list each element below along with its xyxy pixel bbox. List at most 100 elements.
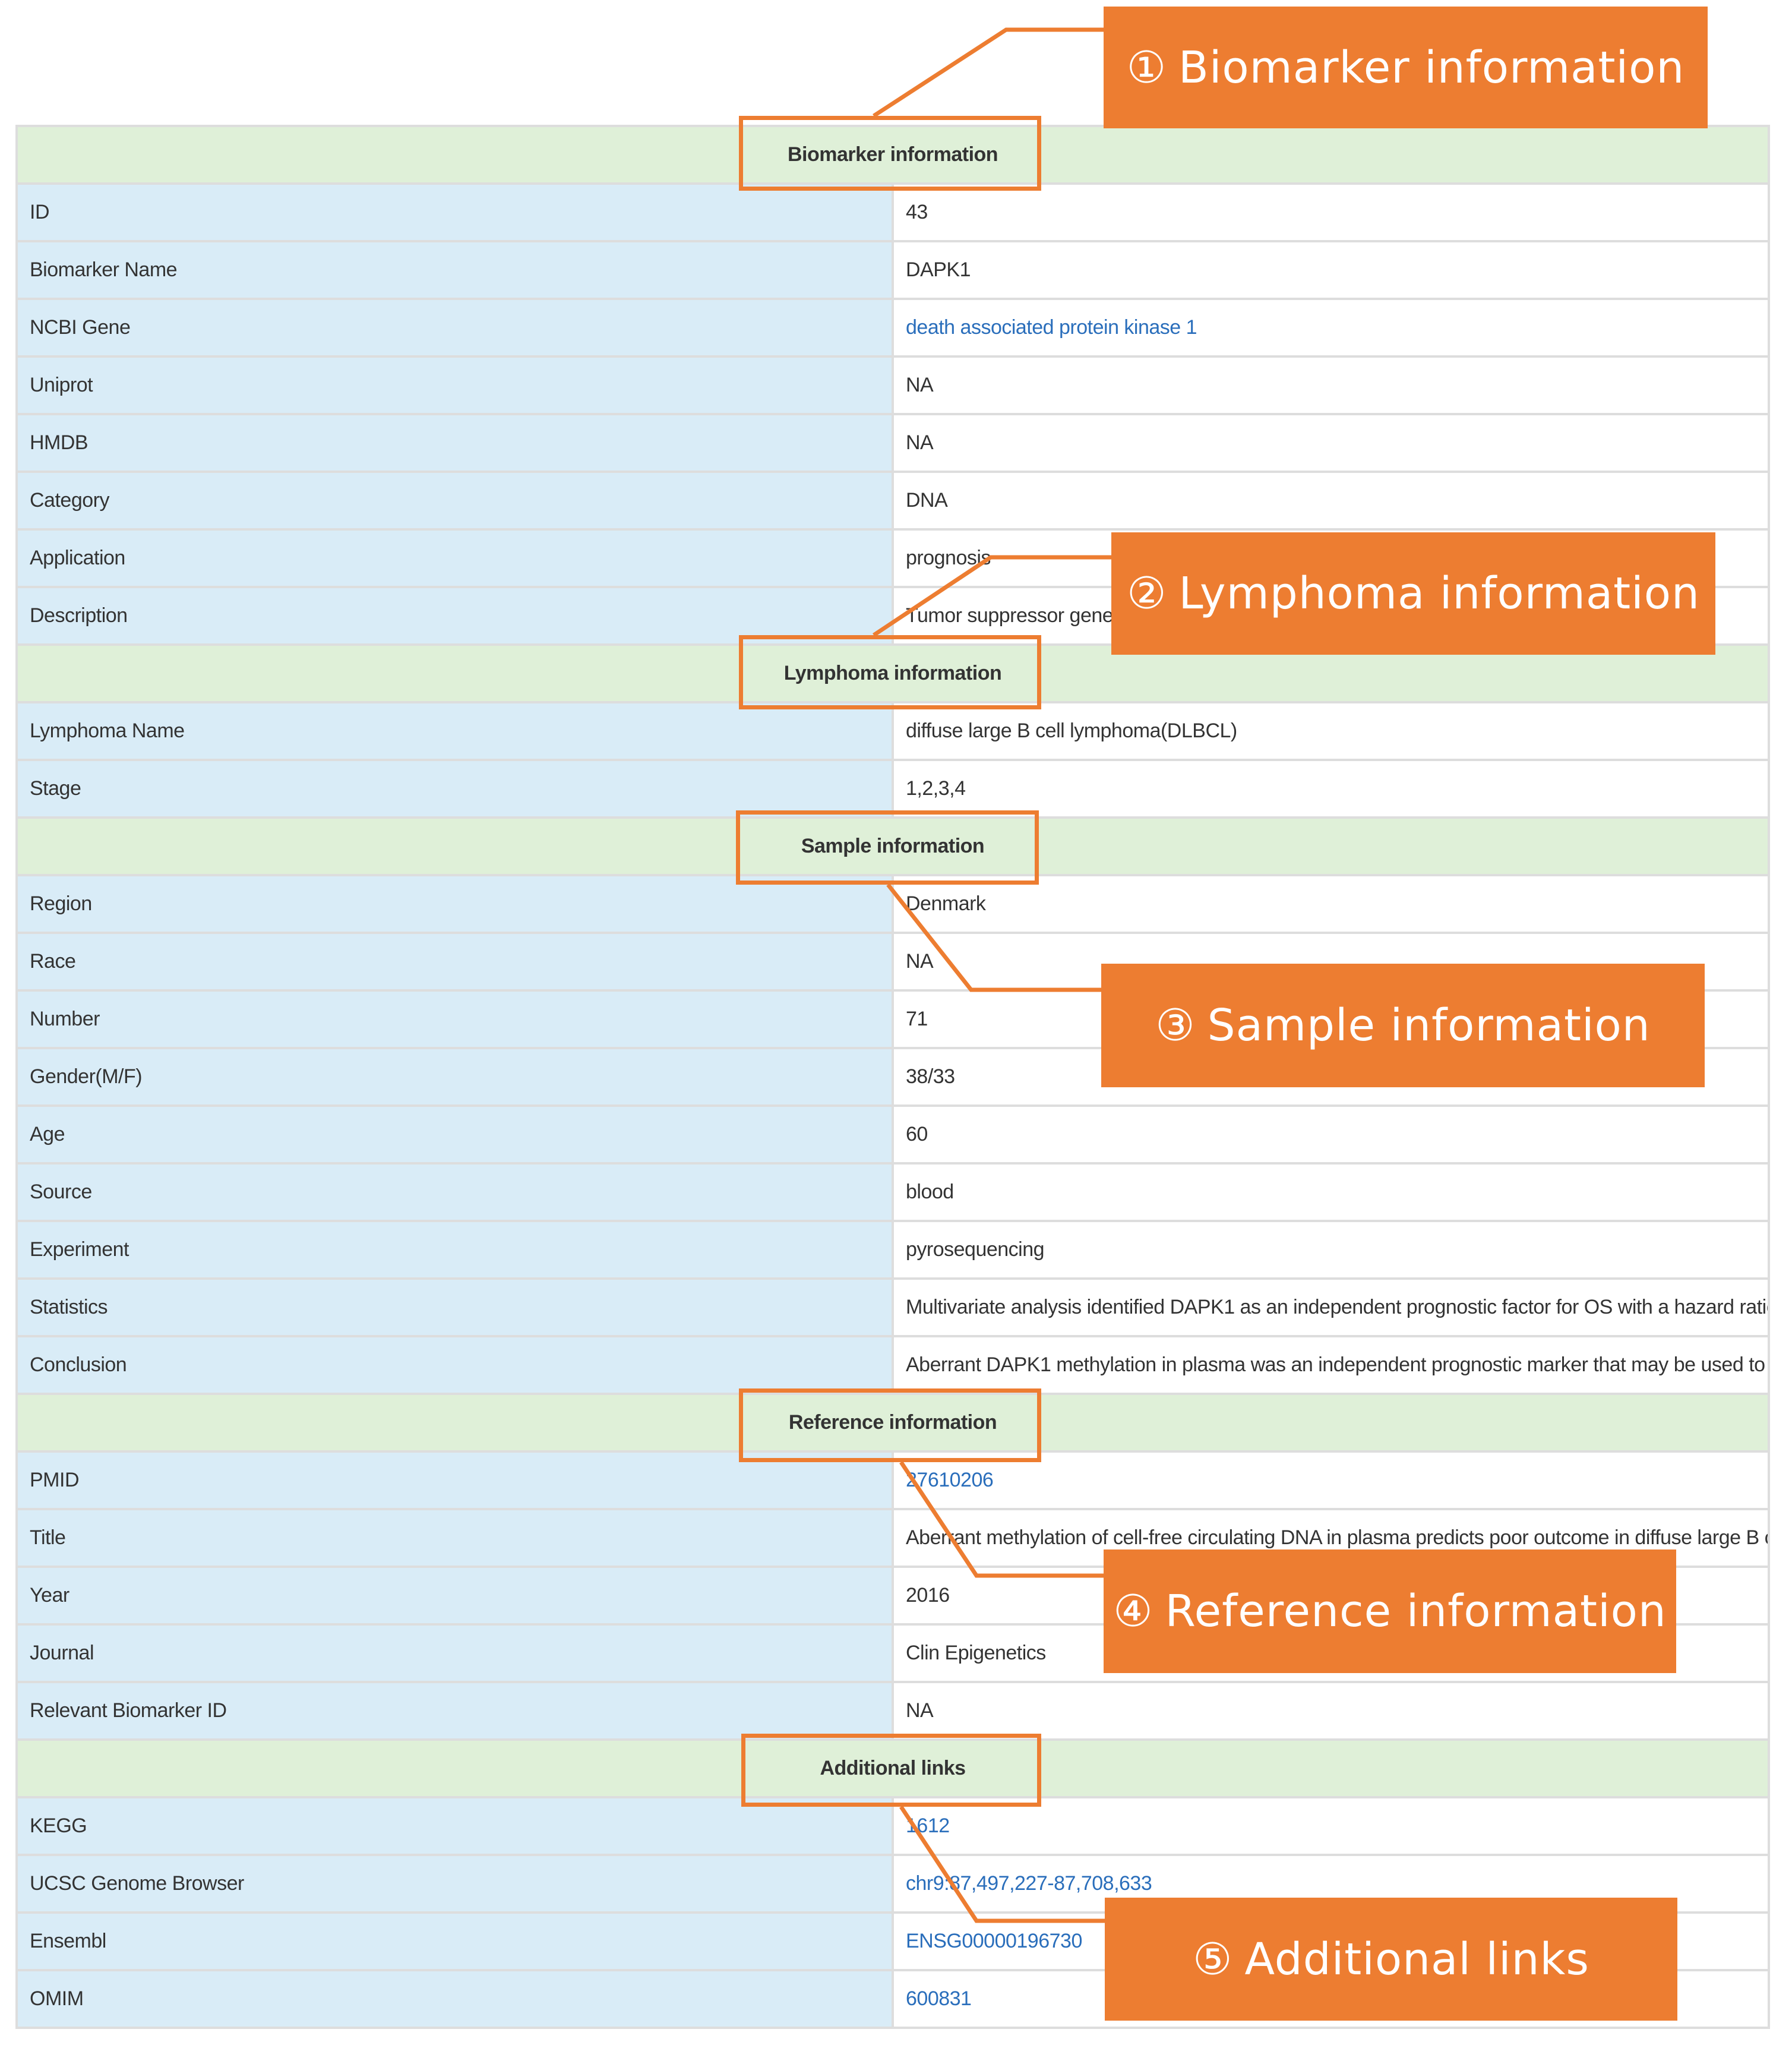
field-label: Application	[15, 528, 894, 588]
field-value: 1,2,3,4	[892, 759, 1770, 819]
table-row-race: Race NA	[15, 932, 1770, 992]
callout-label: Biomarker information	[1178, 42, 1685, 93]
field-label: Experiment	[15, 1220, 894, 1280]
table-row-category: Category DNA	[15, 471, 1770, 531]
field-value: 38/33	[892, 1047, 1770, 1107]
table-row-experiment: Experiment pyrosequencing	[15, 1220, 1770, 1280]
pmid-link[interactable]: 27610206	[906, 1469, 994, 1491]
field-value[interactable]: chr9:87,497,227-87,708,633	[892, 1854, 1770, 1914]
table-row-uniprot: Uniprot NA	[15, 355, 1770, 415]
field-label: Uniprot	[15, 355, 894, 415]
field-label: KEGG	[15, 1796, 894, 1856]
field-label: OMIM	[15, 1969, 894, 2029]
callout-number: ①	[1126, 42, 1167, 93]
field-value: Aberrant DAPK1 methylation in plasma was…	[892, 1335, 1770, 1395]
section-title: Additional links	[15, 1738, 1770, 1798]
table-row-description: Description Tumor suppressor gene DAPK1 h…	[15, 586, 1770, 646]
field-value: 71	[892, 989, 1770, 1049]
section-title: Lymphoma information	[15, 643, 1770, 703]
field-label: Relevant Biomarker ID	[15, 1681, 894, 1741]
field-value: diffuse large B cell lymphoma(DLBCL)	[892, 701, 1770, 761]
table-row-relevant-biomarker-id: Relevant Biomarker ID NA	[15, 1681, 1770, 1741]
field-value: Clin Epigenetics	[892, 1623, 1770, 1683]
table-row-year: Year 2016	[15, 1566, 1770, 1626]
field-value[interactable]: 27610206	[892, 1450, 1770, 1510]
field-value[interactable]: ENSG00000196730	[892, 1911, 1770, 1971]
omim-link[interactable]: 600831	[906, 1987, 972, 2010]
table-row-kegg: KEGG 1612	[15, 1796, 1770, 1856]
field-value[interactable]: death associated protein kinase 1	[892, 298, 1770, 358]
table-row-title: Title Aberrant methylation of cell-free c…	[15, 1508, 1770, 1568]
table-row-number: Number 71	[15, 989, 1770, 1049]
field-label: Source	[15, 1162, 894, 1222]
field-label: UCSC Genome Browser	[15, 1854, 894, 1914]
section-header-reference-information: Reference information	[15, 1393, 1770, 1453]
kegg-link[interactable]: 1612	[906, 1814, 950, 1837]
field-value: pyrosequencing	[892, 1220, 1770, 1280]
field-label: Number	[15, 989, 894, 1049]
table-row-id: ID 43	[15, 182, 1770, 242]
ensembl-link[interactable]: ENSG00000196730	[906, 1930, 1082, 1952]
callout-biomarker-information: ① Biomarker information	[1104, 7, 1708, 128]
field-label: Description	[15, 586, 894, 646]
field-label: Gender(M/F)	[15, 1047, 894, 1107]
table-row-pmid: PMID 27610206	[15, 1450, 1770, 1510]
field-value: Denmark	[892, 874, 1770, 934]
field-label: ID	[15, 182, 894, 242]
field-value: 60	[892, 1104, 1770, 1164]
field-label: Year	[15, 1566, 894, 1626]
table-row-ucsc-genome-browser: UCSC Genome Browser chr9:87,497,227-87,70…	[15, 1854, 1770, 1914]
field-value: DNA	[892, 471, 1770, 531]
section-title: Reference information	[15, 1393, 1770, 1453]
table-row-region: Region Denmark	[15, 874, 1770, 934]
field-label: Region	[15, 874, 894, 934]
ucsc-genome-browser-link[interactable]: chr9:87,497,227-87,708,633	[906, 1872, 1152, 1895]
table-row-stage: Stage 1,2,3,4	[15, 759, 1770, 819]
table-row-gender-m-f: Gender(M/F) 38/33	[15, 1047, 1770, 1107]
field-value: DAPK1	[892, 240, 1770, 300]
table-row-omim: OMIM 600831	[15, 1969, 1770, 2029]
biomarker-detail-table: Biomarker information ID 43 Biomarker Name D…	[15, 125, 1770, 2029]
table-row-source: Source blood	[15, 1162, 1770, 1222]
table-row-conclusion: Conclusion Aberrant DAPK1 methylation in …	[15, 1335, 1770, 1395]
field-label: NCBI Gene	[15, 298, 894, 358]
field-label: Conclusion	[15, 1335, 894, 1395]
table-row-journal: Journal Clin Epigenetics	[15, 1623, 1770, 1683]
section-title: Biomarker information	[15, 125, 1770, 185]
section-header-sample-information: Sample information	[15, 816, 1770, 876]
ncbi-gene-link[interactable]: death associated protein kinase 1	[906, 316, 1197, 339]
field-value[interactable]: 1612	[892, 1796, 1770, 1856]
field-value: 43	[892, 182, 1770, 242]
field-value: NA	[892, 355, 1770, 415]
field-label: Category	[15, 471, 894, 531]
field-label: PMID	[15, 1450, 894, 1510]
field-label: Ensembl	[15, 1911, 894, 1971]
field-value[interactable]: 600831	[892, 1969, 1770, 2029]
section-header-lymphoma-information: Lymphoma information	[15, 643, 1770, 703]
table-row-ncbi-gene: NCBI Gene death associated protein kinase…	[15, 298, 1770, 358]
field-value: Aberrant methylation of cell-free circul…	[892, 1508, 1770, 1568]
section-header-biomarker-information: Biomarker information	[15, 125, 1770, 185]
table-row-application: Application prognosis	[15, 528, 1770, 588]
field-label: Journal	[15, 1623, 894, 1683]
field-label: Title	[15, 1508, 894, 1568]
field-value: NA	[892, 1681, 1770, 1741]
field-value: Tumor suppressor gene DAPK1 has been sho…	[892, 586, 1770, 646]
field-label: Biomarker Name	[15, 240, 894, 300]
field-label: Statistics	[15, 1277, 894, 1337]
field-value: NA	[892, 932, 1770, 992]
connector-line-1	[873, 27, 1104, 118]
field-value: Multivariate analysis identified DAPK1 a…	[892, 1277, 1770, 1337]
field-value: 2016	[892, 1566, 1770, 1626]
table-row-ensembl: Ensembl ENSG00000196730	[15, 1911, 1770, 1971]
table-row-hmdb: HMDB NA	[15, 413, 1770, 473]
field-value: prognosis	[892, 528, 1770, 588]
field-value: blood	[892, 1162, 1770, 1222]
field-label: Age	[15, 1104, 894, 1164]
field-label: Race	[15, 932, 894, 992]
section-title: Sample information	[15, 816, 1770, 876]
field-label: Stage	[15, 759, 894, 819]
section-header-additional-links: Additional links	[15, 1738, 1770, 1798]
table-row-lymphoma-name: Lymphoma Name diffuse large B cell lympho…	[15, 701, 1770, 761]
table-row-biomarker-name: Biomarker Name DAPK1	[15, 240, 1770, 300]
